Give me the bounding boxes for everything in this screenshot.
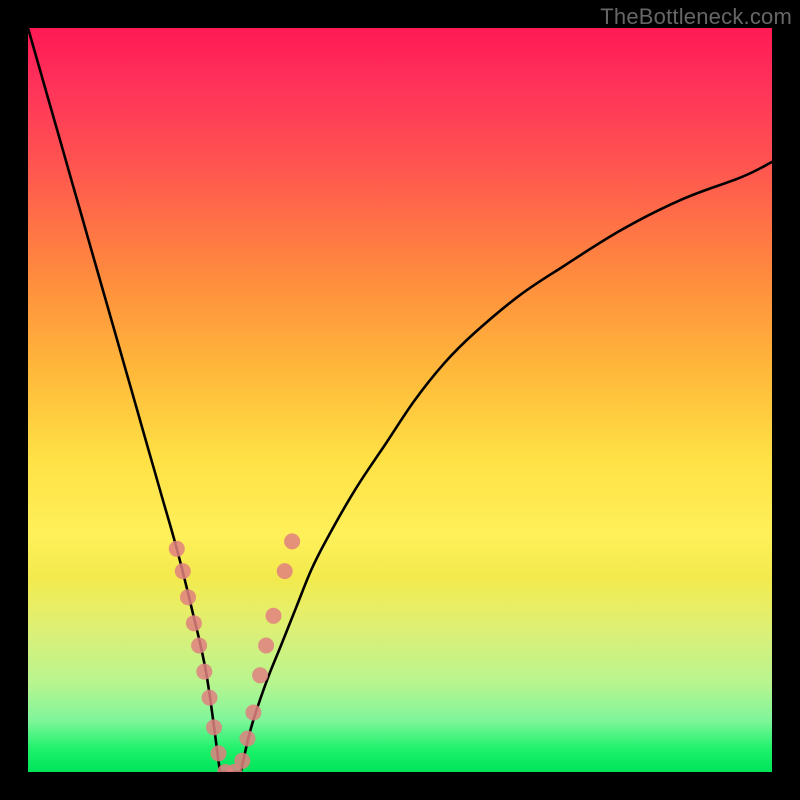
bottleneck-curve [28, 28, 772, 772]
data-point-marker [240, 731, 256, 747]
watermark-text: TheBottleneck.com [600, 4, 792, 30]
data-point-marker [211, 745, 227, 761]
data-point-marker [206, 719, 222, 735]
data-point-marker [196, 664, 212, 680]
plot-area [28, 28, 772, 772]
data-point-marker [258, 638, 274, 654]
chart-svg [28, 28, 772, 772]
data-point-marker [234, 753, 250, 769]
data-point-marker [266, 608, 282, 624]
chart-frame: TheBottleneck.com [0, 0, 800, 800]
marker-layer [169, 533, 300, 772]
data-point-marker [277, 563, 293, 579]
data-point-marker [186, 615, 202, 631]
data-point-marker [175, 563, 191, 579]
data-point-marker [202, 690, 218, 706]
data-point-marker [191, 638, 207, 654]
curve-layer [28, 28, 772, 772]
data-point-marker [180, 589, 196, 605]
data-point-marker [169, 541, 185, 557]
data-point-marker [284, 533, 300, 549]
data-point-marker [252, 667, 268, 683]
data-point-marker [245, 705, 261, 721]
